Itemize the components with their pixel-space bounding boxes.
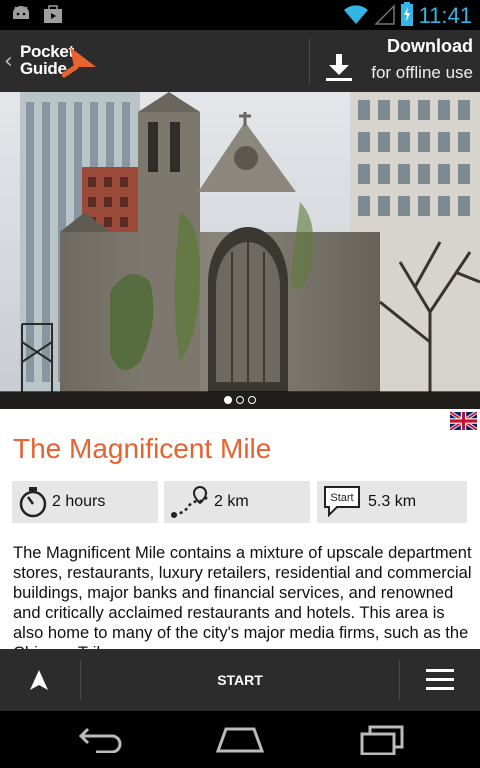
pager-dot-3[interactable]: [248, 396, 256, 404]
tour-title: The Magnificent Mile: [13, 433, 272, 464]
route-icon: [170, 485, 212, 525]
download-icon: [324, 52, 354, 86]
start-button[interactable]: START: [81, 649, 399, 711]
distance-to-start-box: Start 5.3 km: [317, 481, 467, 523]
pager-dot-2[interactable]: [236, 396, 244, 404]
wifi-icon: [343, 3, 369, 29]
distance-to-start-value: 5.3 km: [368, 493, 417, 510]
home-icon[interactable]: [215, 725, 265, 757]
hamburger-menu-icon: [426, 669, 454, 695]
pager-dot-1[interactable]: [224, 396, 232, 404]
start-badge-icon: Start: [323, 485, 361, 521]
distance-box: 2 km: [164, 481, 310, 523]
photo-pager[interactable]: [0, 391, 480, 409]
top-app-bar: ‹ Pocket Guide Download for offline use: [0, 30, 480, 92]
pocket-guide-logo[interactable]: Pocket Guide: [16, 43, 106, 79]
android-icon: [10, 4, 32, 28]
duration-box: 2 hours: [12, 481, 158, 523]
play-store-icon: [42, 4, 64, 28]
system-navigation-bar: [0, 711, 480, 768]
download-title: Download: [387, 36, 473, 56]
bottom-action-bar: START: [0, 649, 480, 711]
recent-apps-icon[interactable]: [360, 725, 404, 759]
download-offline-button[interactable]: Download for offline use: [310, 30, 480, 92]
tour-photo[interactable]: [0, 92, 480, 409]
signal-icon: [373, 3, 395, 29]
uk-flag-icon[interactable]: [449, 410, 478, 432]
navigate-button[interactable]: [0, 649, 80, 711]
navigation-arrow-icon: [28, 669, 50, 695]
logo-arrow-icon: [62, 47, 96, 78]
status-bar: 11:41: [0, 0, 480, 30]
menu-button[interactable]: [400, 649, 480, 711]
stopwatch-icon: [18, 485, 48, 523]
svg-text:Start: Start: [330, 492, 353, 504]
back-icon[interactable]: [78, 725, 124, 757]
tour-description: The Magnificent Mile contains a mixture …: [13, 544, 472, 649]
duration-value: 2 hours: [52, 493, 106, 510]
distance-value: 2 km: [214, 493, 249, 510]
clock: 11:41: [418, 3, 472, 28]
download-subtitle: for offline use: [371, 63, 473, 82]
battery-charging-icon: [400, 2, 413, 30]
back-chevron-icon[interactable]: ‹: [4, 49, 13, 74]
